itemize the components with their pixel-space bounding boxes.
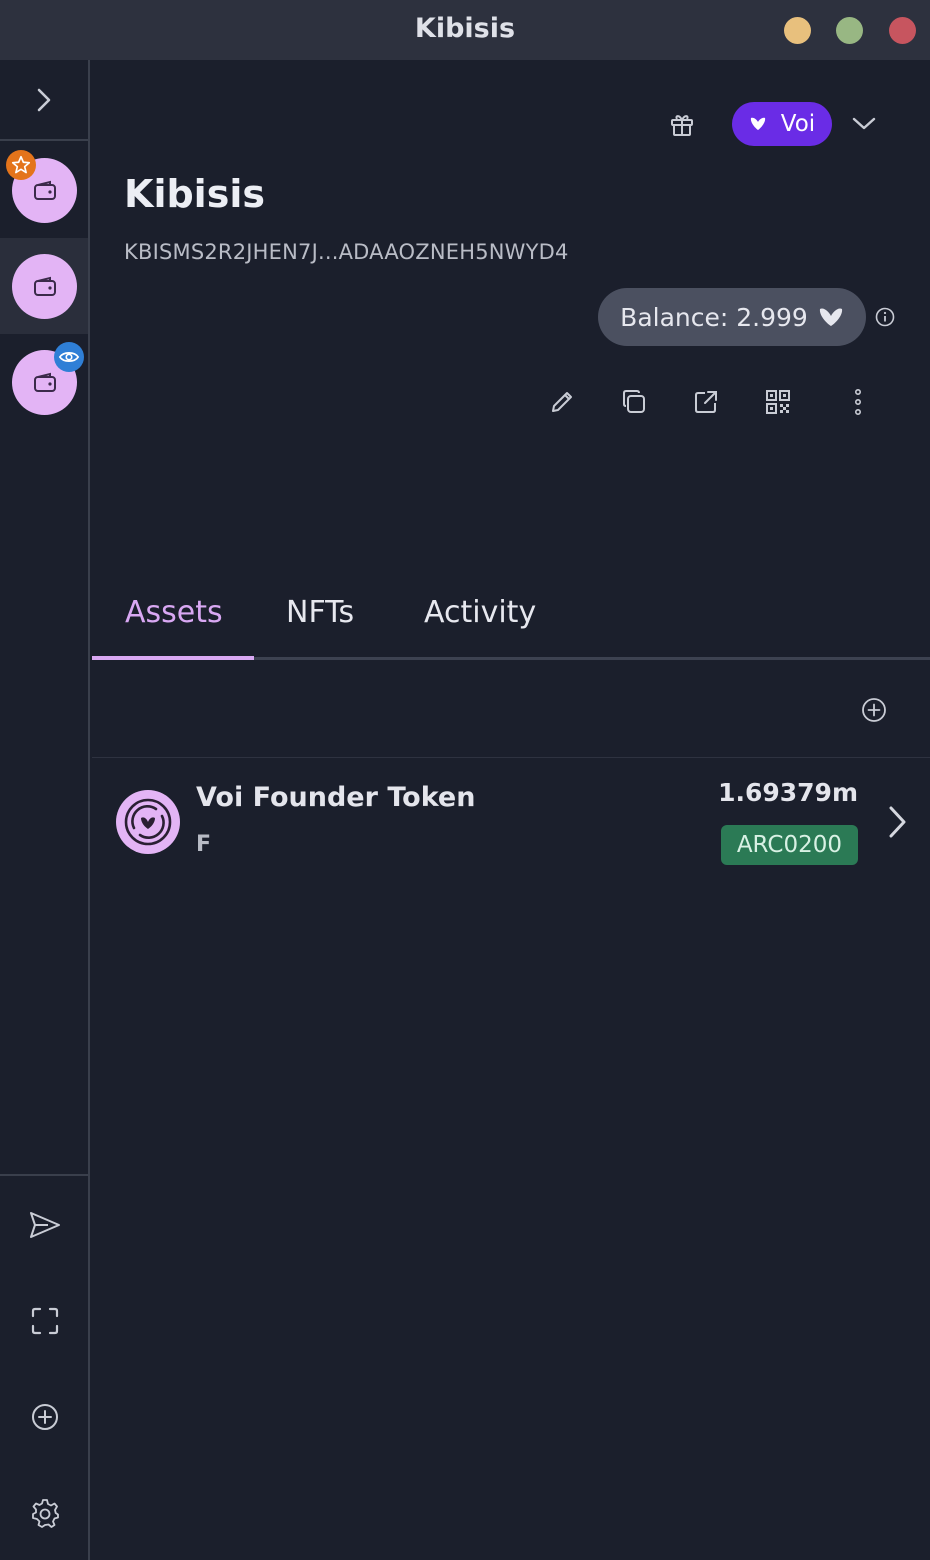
add-account-button[interactable] — [24, 1396, 66, 1438]
qr-code-button[interactable] — [758, 382, 798, 422]
account-item-2[interactable] — [0, 238, 88, 334]
edit-account-button[interactable] — [542, 382, 582, 422]
tab-nfts[interactable]: NFTs — [286, 595, 354, 630]
send-icon — [30, 1212, 60, 1238]
qr-code-icon — [766, 390, 790, 414]
gift-button[interactable] — [662, 106, 702, 142]
asset-standard-badge: ARC0200 — [720, 825, 858, 865]
eye-icon — [58, 352, 80, 362]
send-button[interactable] — [24, 1204, 66, 1246]
network-label: Voi — [780, 111, 816, 137]
tab-bar: Assets NFTs Activity — [92, 580, 930, 660]
wallet-icon — [33, 372, 56, 392]
minimize-button[interactable] — [784, 17, 811, 44]
more-options-button[interactable] — [838, 382, 878, 422]
voi-token-icon — [124, 798, 172, 846]
add-account-icon — [32, 1404, 58, 1430]
chevron-right-icon — [889, 806, 906, 838]
maximize-button[interactable] — [836, 17, 863, 44]
scan-icon — [31, 1307, 59, 1335]
network-dropdown-button[interactable] — [846, 106, 882, 142]
assets-toolbar — [92, 660, 930, 758]
network-selector[interactable]: Voi — [732, 102, 832, 146]
balance-info-button[interactable] — [872, 304, 898, 330]
asset-amount: 1.69379m — [718, 778, 858, 807]
copy-icon — [623, 390, 645, 413]
title-bar: Kibisis — [0, 0, 930, 60]
asset-name: Voi Founder Token — [196, 782, 476, 813]
balance-label: Balance: 2.999 — [620, 302, 808, 332]
voi-logo-icon — [750, 117, 765, 130]
watch-badge — [54, 342, 84, 372]
add-circle-icon — [862, 698, 886, 722]
copy-address-button[interactable] — [614, 382, 654, 422]
balance-pill: Balance: 2.999 — [598, 288, 866, 346]
pencil-icon — [552, 392, 572, 412]
sidebar-actions — [0, 1174, 88, 1560]
settings-icon — [32, 1499, 59, 1528]
open-explorer-button[interactable] — [686, 382, 726, 422]
gift-icon — [671, 115, 693, 136]
asset-open-button[interactable] — [882, 802, 912, 842]
chevron-right-icon — [37, 88, 51, 111]
account-name: Kibisis — [124, 172, 265, 216]
kebab-menu-icon — [854, 388, 862, 415]
account-address: KBISMS2R2JHEN7J...ADAAOZNEH5NWYD4 — [124, 240, 569, 264]
star-badge — [6, 150, 36, 180]
close-button[interactable] — [889, 17, 916, 44]
sidebar — [0, 60, 90, 1560]
scan-button[interactable] — [24, 1300, 66, 1342]
asset-unit: F — [196, 832, 212, 857]
add-asset-button[interactable] — [858, 694, 890, 726]
chevron-down-icon — [852, 117, 876, 130]
star-icon — [11, 155, 31, 174]
asset-list-item[interactable]: Voi Founder Token F 1.69379m ARC0200 — [92, 758, 930, 888]
settings-button[interactable] — [24, 1492, 66, 1534]
wallet-icon — [33, 276, 56, 296]
wallet-icon — [33, 180, 56, 200]
account-item-3[interactable] — [0, 334, 88, 430]
account-item-1[interactable] — [0, 142, 88, 238]
tab-assets[interactable]: Assets — [125, 595, 223, 630]
info-icon — [875, 307, 895, 327]
asset-logo — [116, 790, 180, 854]
tab-activity[interactable]: Activity — [424, 595, 536, 630]
external-link-icon — [695, 391, 717, 413]
sidebar-toggle-button[interactable] — [0, 60, 88, 141]
main-content: Voi Kibisis KBISMS2R2JHEN7J...ADAAOZNEH5… — [92, 60, 930, 1560]
voi-currency-icon — [819, 308, 842, 326]
account-avatar — [12, 254, 77, 319]
